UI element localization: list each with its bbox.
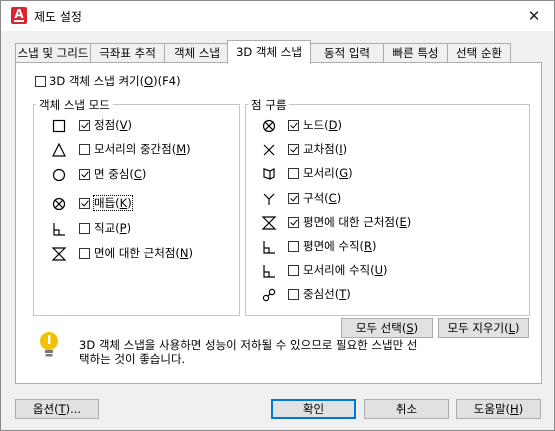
cancel-button[interactable]: 취소 <box>364 399 449 419</box>
lightbulb-icon <box>40 332 58 357</box>
corner-y-icon <box>263 193 275 205</box>
knot-circle-x-icon <box>52 197 66 211</box>
tab-snap-grid[interactable]: 스냅 및 그리드 <box>15 43 91 63</box>
nearest-plane-icon <box>261 216 277 230</box>
3d-osnap-toggle-checkbox[interactable] <box>35 76 46 87</box>
tab-3d-object-snap[interactable]: 3D 객체 스냅 <box>227 40 311 64</box>
nearest-face-icon <box>51 247 67 261</box>
drafting-settings-dialog: A 제도 설정 ✕ 스냅 및 그리드 극좌표 추적 객체 스냅 3D 객체 스냅… <box>0 0 555 431</box>
intersection-label[interactable]: 교차점(I) <box>303 142 347 156</box>
help-button[interactable]: 도움말(H) <box>456 399 541 419</box>
tab-dynamic-input[interactable]: 동적 입력 <box>310 43 384 63</box>
face-center-circle-icon <box>52 168 66 182</box>
centerline-icon <box>262 288 276 302</box>
info-line-1: 3D 객체 스냅을 사용하면 성능이 저하될 수 있으므로 필요한 스냅만 선 <box>79 338 418 352</box>
perpendicular-edge-checkbox[interactable] <box>288 265 299 276</box>
edge-icon <box>263 168 275 180</box>
edge-label[interactable]: 모서리(G) <box>303 166 353 180</box>
perpendicular-checkbox[interactable] <box>79 223 90 234</box>
perpendicular-icon <box>53 223 65 236</box>
vertex-square-icon <box>52 119 66 133</box>
intersection-x-icon <box>263 144 275 156</box>
tab-quick-properties[interactable]: 빠른 특성 <box>383 43 448 63</box>
window-title: 제도 설정 <box>34 10 82 24</box>
edge-checkbox[interactable] <box>288 168 299 179</box>
face-center-checkbox[interactable] <box>79 169 90 180</box>
close-icon[interactable]: ✕ <box>523 5 545 27</box>
corner-label[interactable]: 구석(C) <box>303 191 341 205</box>
knot-checkbox[interactable] <box>79 198 90 209</box>
vertex-label[interactable]: 정점(V) <box>94 118 132 132</box>
3d-osnap-toggle-label[interactable]: 3D 객체 스냅 켜기(O)(F4) <box>49 74 181 88</box>
title-bar: A 제도 설정 ✕ <box>1 1 554 31</box>
nearest-face-checkbox[interactable] <box>79 248 90 259</box>
midpoint-checkbox[interactable] <box>79 144 90 155</box>
vertex-checkbox[interactable] <box>79 120 90 131</box>
object-snap-modes-title: 객체 스냅 모드 <box>36 97 113 113</box>
perpendicular-plane-icon <box>263 241 275 254</box>
autocad-app-icon: A <box>11 7 27 24</box>
tab-panel: 3D 객체 스냅 켜기(O)(F4) 객체 스냅 모드 점 구름 정점(V) 모… <box>15 62 542 384</box>
tab-polar-tracking[interactable]: 극좌표 추적 <box>90 43 165 63</box>
intersection-checkbox[interactable] <box>288 144 299 155</box>
ok-button[interactable]: 확인 <box>271 399 356 419</box>
nearest-plane-checkbox[interactable] <box>288 217 299 228</box>
nearest-face-label[interactable]: 면에 대한 근처점(N) <box>94 246 193 260</box>
nearest-plane-label[interactable]: 평면에 대한 근처점(E) <box>303 215 411 229</box>
node-circle-x-icon <box>262 119 276 133</box>
node-checkbox[interactable] <box>288 120 299 131</box>
perpendicular-edge-icon <box>263 265 275 278</box>
clear-all-button[interactable]: 모두 지우기(L) <box>438 318 529 338</box>
perpendicular-edge-label[interactable]: 모서리에 수직(U) <box>303 263 388 277</box>
select-all-button[interactable]: 모두 선택(S) <box>341 318 433 338</box>
performance-info-text: 3D 객체 스냅을 사용하면 성능이 저하될 수 있으므로 필요한 스냅만 선 … <box>79 338 519 366</box>
options-button[interactable]: 옵션(T)... <box>15 399 99 419</box>
point-cloud-title: 점 구름 <box>248 97 290 113</box>
node-label[interactable]: 노드(D) <box>303 118 342 132</box>
centerline-checkbox[interactable] <box>288 289 299 300</box>
tab-object-snap[interactable]: 객체 스냅 <box>164 43 230 63</box>
info-line-2: 택하는 것이 좋습니다. <box>79 352 186 366</box>
tab-selection-cycling[interactable]: 선택 순환 <box>447 43 511 63</box>
point-cloud-group: 점 구름 <box>245 97 530 316</box>
midpoint-label[interactable]: 모서리의 중간점(M) <box>94 142 191 156</box>
face-center-label[interactable]: 면 중심(C) <box>94 167 146 181</box>
perpendicular-plane-label[interactable]: 평면에 수직(R) <box>303 239 377 253</box>
knot-label[interactable]: 매듭(K) <box>93 195 133 211</box>
perpendicular-label[interactable]: 직교(P) <box>94 221 131 235</box>
centerline-label[interactable]: 중심선(T) <box>303 287 351 301</box>
perpendicular-plane-checkbox[interactable] <box>288 241 299 252</box>
midpoint-triangle-icon <box>52 142 66 157</box>
corner-checkbox[interactable] <box>288 193 299 204</box>
